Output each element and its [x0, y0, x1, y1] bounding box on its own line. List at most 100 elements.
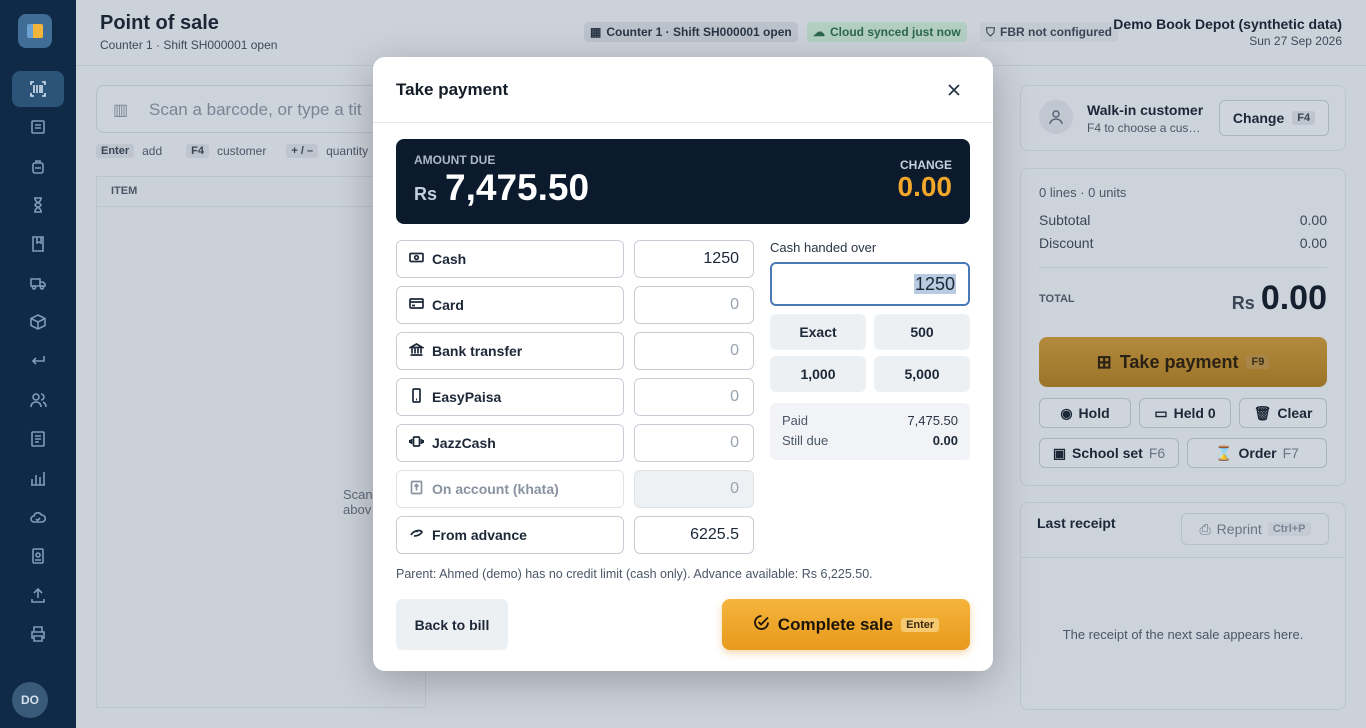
- total-amount: Rs 0.00: [1232, 279, 1327, 318]
- printer-icon: ⎙: [1199, 520, 1211, 537]
- method-label: Bank transfer: [432, 343, 523, 359]
- hourglass-icon[interactable]: [12, 187, 64, 223]
- method-label: JazzCash: [432, 435, 496, 451]
- upload-icon[interactable]: [12, 577, 64, 613]
- amount-card-input[interactable]: 0: [634, 286, 754, 324]
- discount-label: Discount: [1039, 235, 1094, 251]
- quick-5000-button[interactable]: 5,000: [874, 356, 970, 392]
- empty-line: Scan: [343, 487, 373, 502]
- hourglass-icon: ⌛: [1215, 444, 1233, 461]
- school-bag-icon: ▣: [1052, 444, 1067, 461]
- amount-cash-input[interactable]: 1250: [634, 240, 754, 278]
- school-set-button[interactable]: ▣ School set F6: [1039, 438, 1179, 468]
- amount-due: Rs 7,475.50: [414, 167, 589, 209]
- hint-label: quantity: [326, 144, 369, 158]
- cash-icon: [409, 250, 424, 268]
- quick-1000-button[interactable]: 1,000: [770, 356, 866, 392]
- cash-handed-input[interactable]: 1250: [770, 262, 970, 306]
- hold-label: Hold: [1078, 405, 1110, 421]
- credit-note: Parent: Ahmed (demo) has no credit limit…: [396, 567, 873, 581]
- take-payment-label: Take payment: [1119, 351, 1239, 372]
- shortcut-key: F9: [1246, 355, 1270, 369]
- method-from-advance[interactable]: From advance: [396, 516, 624, 554]
- check-circle-icon: [753, 614, 770, 636]
- change-customer-button[interactable]: Change F4: [1219, 100, 1329, 136]
- method-label: On account (khata): [432, 481, 559, 497]
- amount-bank-input[interactable]: 0: [634, 332, 754, 370]
- amount-jazzcash-input[interactable]: 0: [634, 424, 754, 462]
- method-easypaisa[interactable]: EasyPaisa: [396, 378, 624, 416]
- receipt-title: Last receipt: [1037, 515, 1116, 531]
- truck-icon[interactable]: [12, 265, 64, 301]
- advance-icon: [409, 526, 424, 544]
- amount-easypaisa-input[interactable]: 0: [634, 378, 754, 416]
- khata-icon: [409, 480, 424, 498]
- amount-on-account-input: 0: [634, 470, 754, 508]
- method-bank-transfer[interactable]: Bank transfer: [396, 332, 624, 370]
- sync-badge-label: Cloud synced just now: [830, 25, 961, 39]
- complete-sale-label: Complete sale: [777, 614, 894, 634]
- method-jazzcash[interactable]: JazzCash: [396, 424, 624, 462]
- reprint-button[interactable]: ⎙ Reprint Ctrl+P: [1181, 513, 1329, 545]
- hold-button[interactable]: ◉ Hold: [1039, 398, 1131, 428]
- school-bag-icon[interactable]: [12, 148, 64, 184]
- scan-icon: ▥: [113, 102, 129, 119]
- payment-icon: ⊞: [1096, 351, 1112, 372]
- method-cash[interactable]: Cash: [396, 240, 624, 278]
- barcode-icon[interactable]: [12, 71, 64, 107]
- shortcut-key: F7: [1282, 445, 1299, 461]
- cash-handed-value: 1250: [913, 274, 956, 294]
- box-icon[interactable]: [12, 304, 64, 340]
- amount-due-label: AMOUNT DUE: [414, 153, 496, 167]
- cloud-icon[interactable]: [12, 499, 64, 535]
- chart-icon[interactable]: [12, 460, 64, 496]
- customer-name: Walk-in customer: [1087, 102, 1204, 118]
- discount-value: 0.00: [1299, 235, 1327, 251]
- still-due-row: Still due 0.00: [782, 433, 958, 448]
- order-button[interactable]: ⌛ Order F7: [1187, 438, 1327, 468]
- id-card-icon[interactable]: [12, 538, 64, 574]
- subtotal-label: Subtotal: [1039, 212, 1091, 228]
- hint-label: add: [142, 144, 163, 158]
- shift-badge: ▦ Counter 1 · Shift SH000001 open: [584, 22, 798, 42]
- cloud-check-icon: ☁: [813, 25, 825, 39]
- fbr-badge: ⛉ FBR not configured: [980, 22, 1118, 42]
- trash-icon: 🗑: [1253, 404, 1272, 421]
- sidebar: DO: [0, 0, 76, 728]
- ledger-icon[interactable]: [12, 421, 64, 457]
- avatar[interactable]: DO: [12, 682, 48, 718]
- printer-icon[interactable]: [12, 616, 64, 652]
- close-icon[interactable]: [939, 75, 969, 105]
- method-card[interactable]: Card: [396, 286, 624, 324]
- amount-advance-input[interactable]: 6225.5: [634, 516, 754, 554]
- amount-due-value: 7,475.50: [445, 167, 590, 208]
- discount-row: Discount 0.00: [1039, 235, 1327, 251]
- page-title: Point of sale: [100, 12, 219, 34]
- take-payment-button[interactable]: ⊞ Take payment F9: [1039, 337, 1327, 387]
- still-due-label: Still due: [782, 433, 829, 448]
- totals-card: 0 lines · 0 units Subtotal 0.00 Discount 0…: [1020, 168, 1346, 486]
- quick-exact-button[interactable]: Exact: [770, 314, 866, 350]
- currency: Rs: [414, 184, 438, 204]
- hint-key: Enter: [96, 144, 135, 158]
- back-to-bill-button[interactable]: Back to bill: [396, 599, 508, 650]
- method-label: From advance: [432, 527, 527, 543]
- customer-hint: F4 to choose a cus…: [1087, 121, 1201, 135]
- method-label: Card: [432, 297, 464, 313]
- receipt-icon[interactable]: [12, 109, 64, 145]
- user-icon: [1039, 100, 1073, 134]
- method-label: Cash: [432, 251, 467, 267]
- clear-button[interactable]: 🗑 Clear: [1239, 398, 1327, 428]
- complete-sale-button[interactable]: Complete sale Enter: [722, 599, 970, 650]
- clear-label: Clear: [1277, 405, 1313, 421]
- shortcut-key: Ctrl+P: [1267, 522, 1311, 536]
- held-button[interactable]: ▭ Held 0: [1139, 398, 1231, 428]
- method-label: EasyPaisa: [432, 389, 502, 405]
- return-icon[interactable]: [12, 343, 64, 379]
- book-icon[interactable]: [12, 226, 64, 262]
- search-input[interactable]: Scan a barcode, or type a tit: [149, 100, 362, 120]
- order-label: Order: [1238, 445, 1277, 461]
- users-icon[interactable]: [12, 382, 64, 418]
- receipt-empty-text: The receipt of the next sale appears her…: [1062, 627, 1304, 642]
- quick-500-button[interactable]: 500: [874, 314, 970, 350]
